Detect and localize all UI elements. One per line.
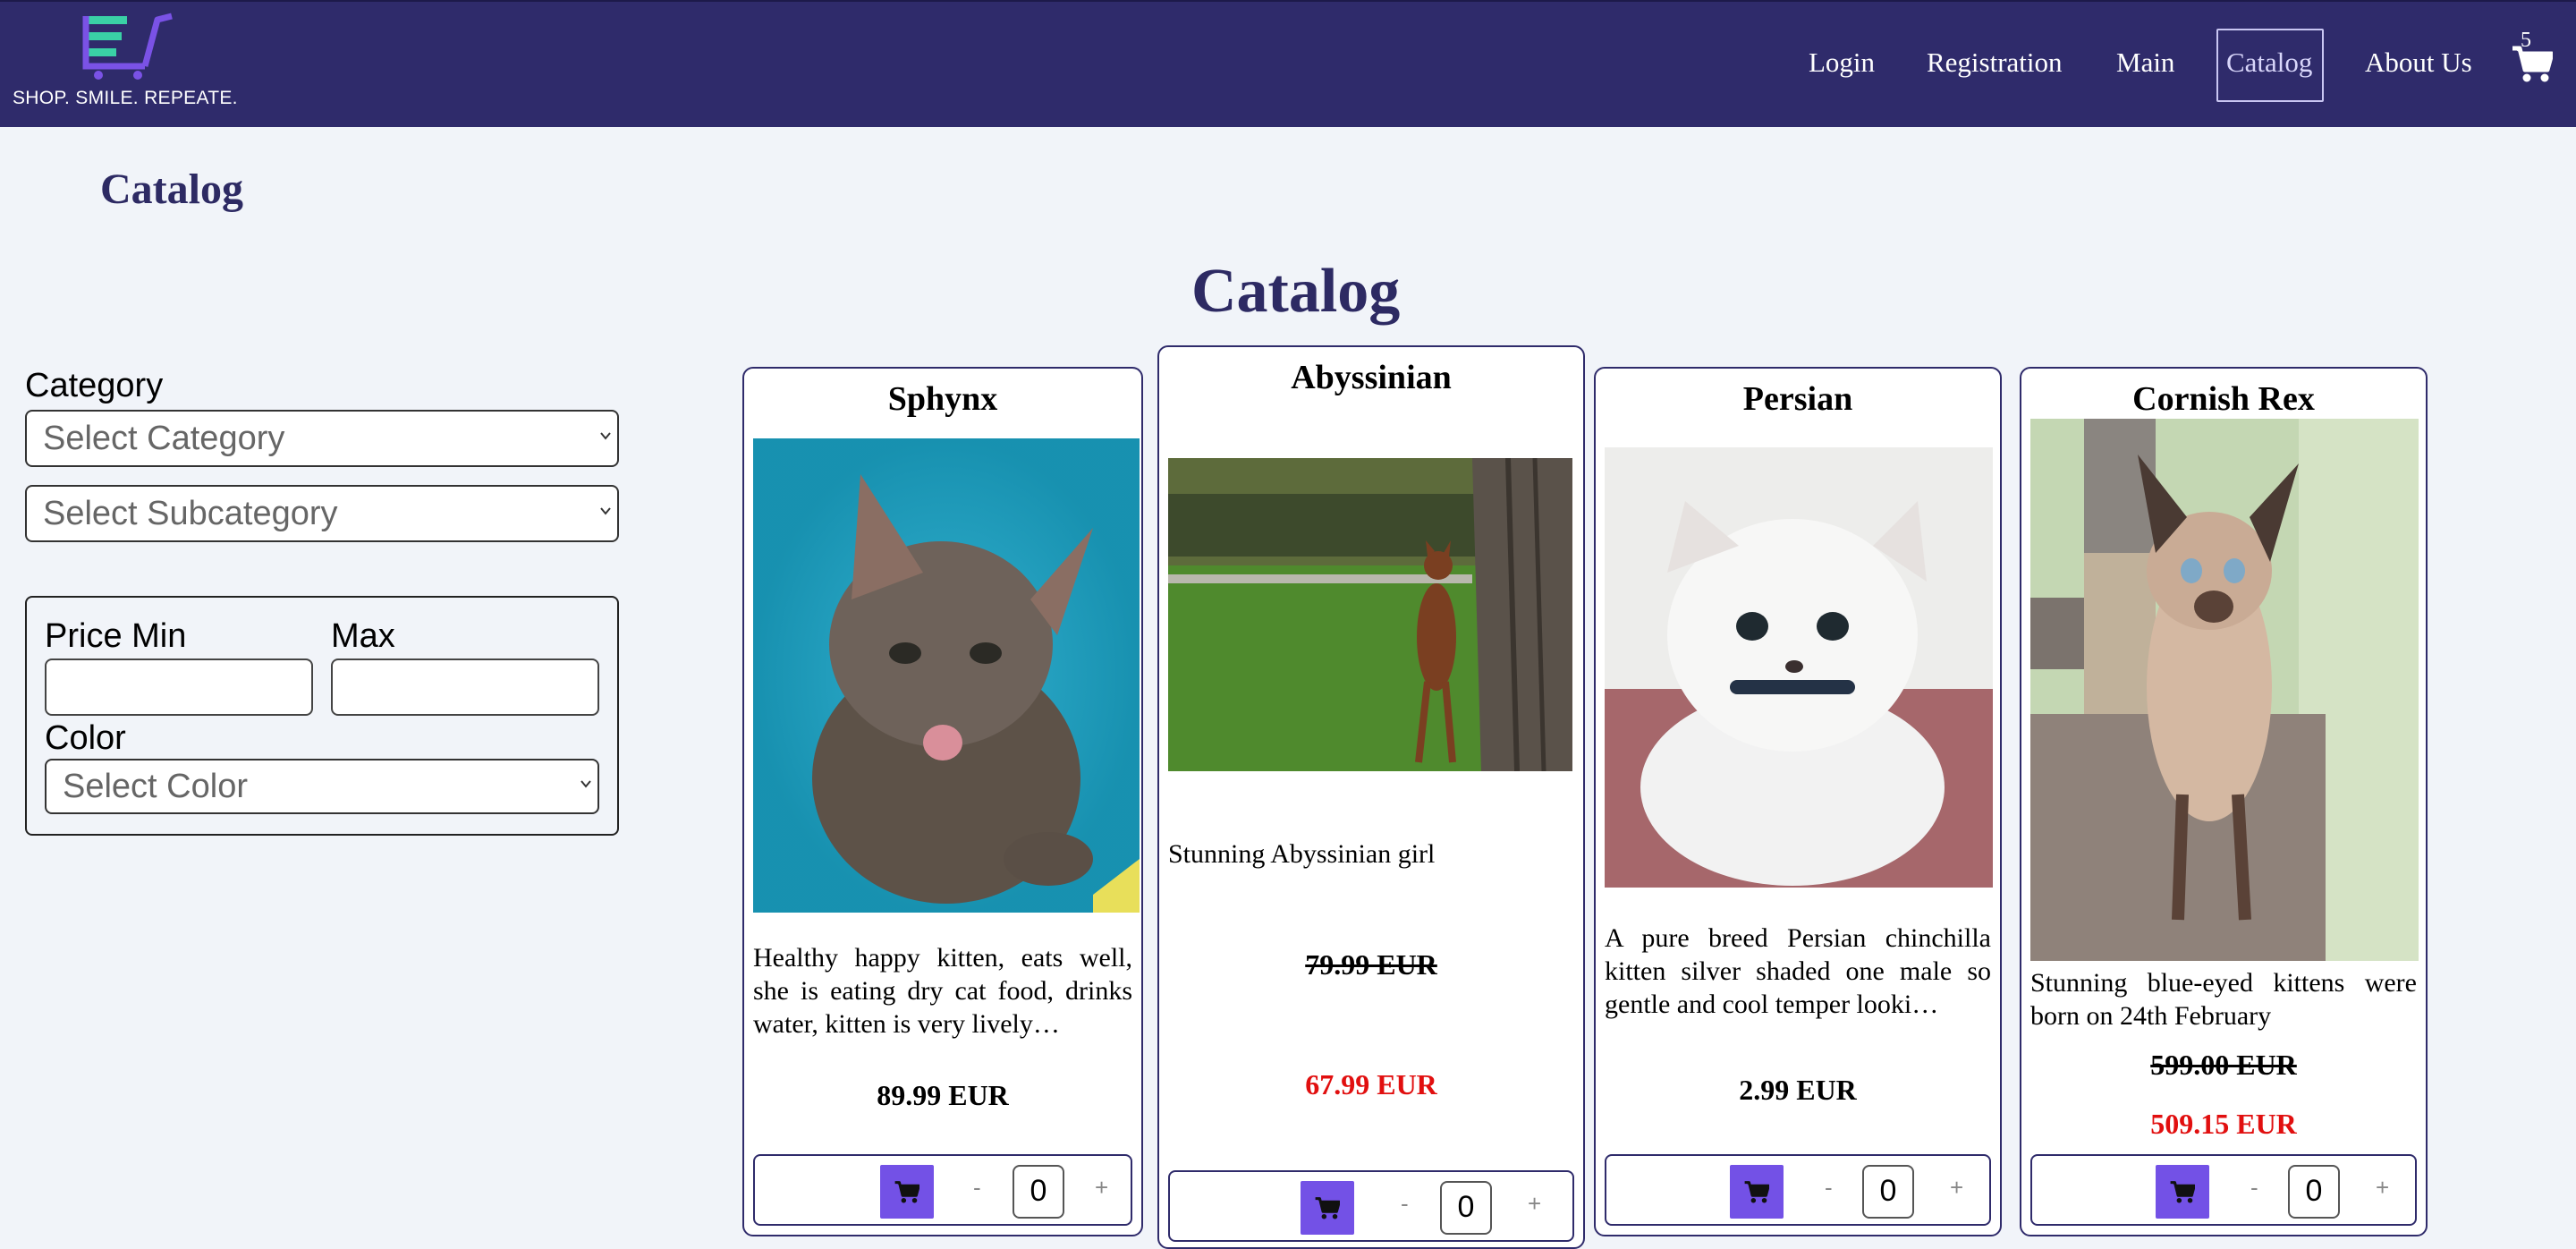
quantity-controls: - 0 + (2030, 1154, 2417, 1226)
product-card-cornish-rex[interactable]: Cornish Rex Stunning blue-eyed kittens w… (2020, 367, 2428, 1236)
product-price: 509.15 EUR (2150, 1108, 2297, 1140)
price-min-label: Price Min (45, 617, 187, 655)
add-to-cart-button[interactable] (880, 1165, 934, 1219)
nav-main[interactable]: Main (2116, 47, 2174, 79)
increase-quantity-button[interactable]: + (2376, 1174, 2389, 1202)
quantity-controls: - 0 + (1168, 1170, 1574, 1242)
increase-quantity-button[interactable]: + (1950, 1174, 1963, 1202)
product-image[interactable] (1168, 458, 1572, 771)
category-select-value: Select Category (43, 419, 285, 457)
quantity-input[interactable]: 0 (1440, 1181, 1492, 1235)
decrease-quantity-button[interactable]: - (2250, 1174, 2258, 1202)
product-price: 2.99 EUR (1739, 1074, 1857, 1106)
price-min-input[interactable] (45, 658, 313, 716)
product-image[interactable] (753, 438, 1140, 913)
subcategory-select[interactable]: Select Subcategory (25, 485, 619, 542)
product-image[interactable] (1605, 447, 1993, 888)
quantity-controls: - 0 + (753, 1154, 1132, 1226)
chevron-down-icon (600, 507, 611, 515)
price-max-input[interactable] (331, 658, 599, 716)
product-price: 89.99 EUR (877, 1079, 1009, 1111)
add-to-cart-button[interactable] (2156, 1165, 2209, 1219)
chevron-down-icon (580, 780, 591, 788)
chevron-down-icon (600, 432, 611, 440)
nav-about-us[interactable]: About Us (2365, 47, 2472, 79)
decrease-quantity-button[interactable]: - (1825, 1174, 1833, 1202)
product-card-persian[interactable]: Persian A pure breed Persian chinchilla … (1594, 367, 2002, 1236)
category-select[interactable]: Select Category (25, 410, 619, 467)
subcategory-select-value: Select Subcategory (43, 494, 338, 532)
header-cart-button[interactable]: 5 (2510, 29, 2555, 91)
nav-catalog[interactable]: Catalog (2226, 47, 2312, 79)
color-select-value: Select Color (63, 767, 248, 805)
cart-icon (1315, 1197, 1340, 1219)
product-card-abyssinian[interactable]: Abyssinian Stunning Abyssinian girl 79.9… (1157, 345, 1585, 1249)
decrease-quantity-button[interactable]: - (1401, 1190, 1409, 1218)
increase-quantity-button[interactable]: + (1528, 1190, 1541, 1218)
increase-quantity-button[interactable]: + (1095, 1174, 1108, 1202)
color-label: Color (45, 719, 126, 757)
quantity-input[interactable]: 0 (1013, 1165, 1064, 1219)
cart-logo-icon[interactable] (82, 11, 175, 81)
product-name: Persian (1742, 380, 1853, 418)
product-description: Stunning Abyssinian girl (1168, 839, 1436, 869)
quantity-input[interactable]: 0 (1862, 1165, 1914, 1219)
cart-icon (2512, 46, 2553, 82)
product-name: Sphynx (887, 380, 998, 418)
product-name: Abyssinian (1291, 359, 1452, 396)
category-label: Category (25, 367, 164, 404)
cart-icon (894, 1181, 919, 1203)
product-old-price: 599.00 EUR (2150, 1049, 2297, 1081)
product-image[interactable] (2030, 419, 2419, 961)
add-to-cart-button[interactable] (1301, 1181, 1354, 1235)
quantity-input[interactable]: 0 (2288, 1165, 2340, 1219)
decrease-quantity-button[interactable]: - (973, 1174, 981, 1202)
quantity-controls: - 0 + (1605, 1154, 1991, 1226)
product-price: 67.99 EUR (1305, 1068, 1437, 1100)
product-description: Healthy happy kitten, eats well, she is … (753, 943, 1132, 1039)
navbar: SHOP. SMILE. REPEATE. Login Registration… (0, 0, 2576, 127)
cart-icon (2170, 1181, 2195, 1203)
price-color-filter-panel: Price Min Max Color Select Color (25, 596, 619, 836)
add-to-cart-button[interactable] (1730, 1165, 1784, 1219)
page-title: Catalog (1191, 257, 1401, 326)
product-description: A pure breed Persian chinchilla kitten s… (1605, 923, 1991, 1019)
nav-login[interactable]: Login (1809, 47, 1875, 79)
price-max-label: Max (331, 617, 395, 655)
page-breadcrumb-title: Catalog (100, 166, 243, 213)
product-card-sphynx[interactable]: Sphynx Healthy happy kitten, eats well, … (742, 367, 1143, 1236)
product-old-price: 79.99 EUR (1305, 948, 1437, 981)
color-select[interactable]: Select Color (45, 759, 599, 814)
nav-registration[interactable]: Registration (1927, 47, 2063, 79)
brand-tagline: SHOP. SMILE. REPEATE. (13, 88, 238, 108)
product-description: Stunning blue-eyed kittens were born on … (2030, 968, 2417, 1031)
cart-icon (1744, 1181, 1769, 1203)
product-name: Cornish Rex (2132, 380, 2315, 418)
